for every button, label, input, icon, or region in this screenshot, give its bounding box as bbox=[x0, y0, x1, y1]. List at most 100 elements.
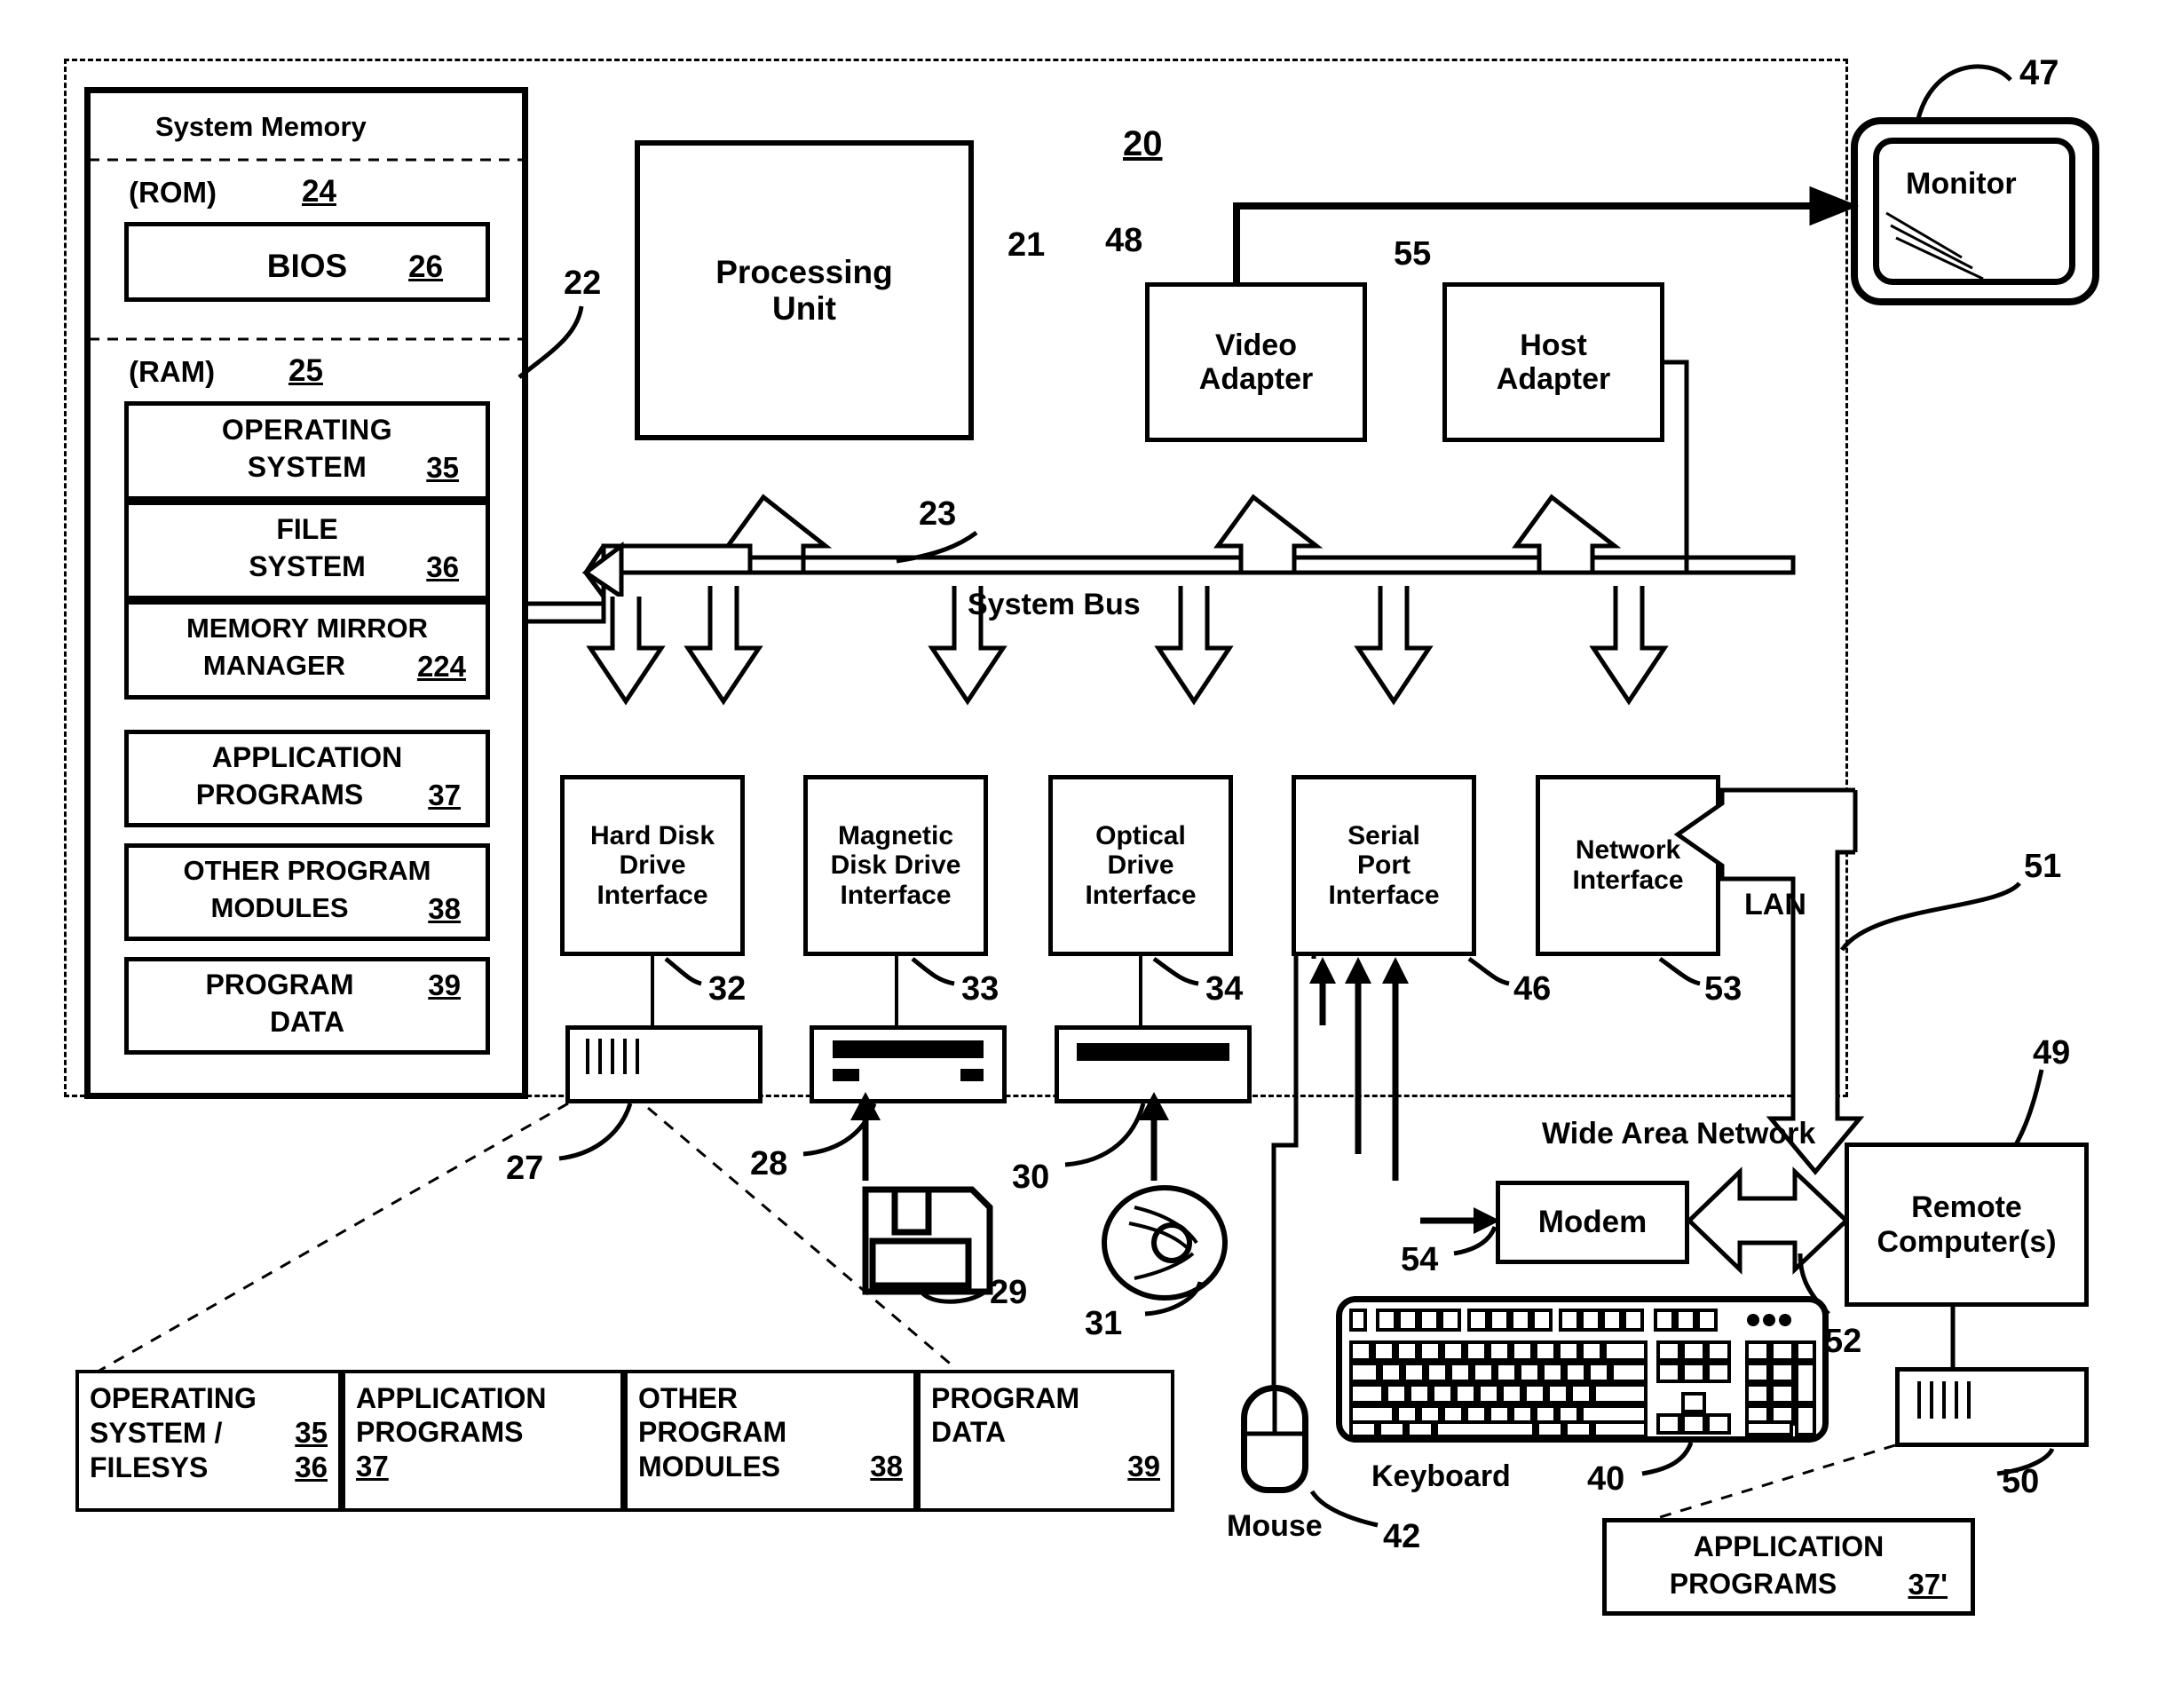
bios-block: BIOS 26 bbox=[124, 222, 490, 302]
magnetic-disk-interface-ref: 33 bbox=[961, 970, 1000, 1008]
odi-line2: Drive bbox=[1107, 850, 1174, 881]
bios-ref: 26 bbox=[408, 249, 443, 284]
modem-box: Modem bbox=[1496, 1181, 1689, 1264]
ram-module-other-program-modules: OTHER PROGRAM MODULES 38 bbox=[124, 843, 490, 941]
remote-computer-line1: Remote bbox=[1911, 1190, 2022, 1225]
optical-drive-interface-box: Optical Drive Interface bbox=[1048, 775, 1233, 956]
serial-port-interface-ref: 46 bbox=[1513, 970, 1552, 1008]
remote-storage-platter-lines bbox=[1917, 1381, 1972, 1419]
hdi-line2: Drive bbox=[619, 850, 686, 881]
odi-line3: Interface bbox=[1085, 880, 1197, 910]
processing-unit-ref: 21 bbox=[1008, 226, 1046, 264]
optical-disc-ref: 31 bbox=[1085, 1305, 1123, 1342]
modem-ref: 54 bbox=[1401, 1241, 1439, 1278]
hard-disk-ref: 27 bbox=[506, 1150, 544, 1187]
magnetic-disk-drive-icon bbox=[810, 1025, 1007, 1103]
storage-table-cell-app-programs: APPLICATION PROGRAMS 37 bbox=[342, 1370, 624, 1512]
opm-ref: 38 bbox=[428, 892, 461, 925]
ni-line2: Interface bbox=[1572, 866, 1684, 895]
optical-drive-icon bbox=[1055, 1025, 1252, 1103]
memory-bus-ref: 22 bbox=[564, 265, 602, 302]
st-fs-ref: 36 bbox=[295, 1450, 328, 1483]
host-adapter-line1: Host bbox=[1520, 328, 1587, 362]
st-pd-ref: 39 bbox=[1127, 1449, 1160, 1483]
ram-module-memory-mirror-manager: MEMORY MIRROR MANAGER 224 bbox=[124, 600, 490, 700]
mouse-label: Mouse bbox=[1227, 1509, 1323, 1543]
patent-figure: System Memory (ROM) 24 BIOS 26 (RAM) 25 … bbox=[0, 0, 2181, 1708]
magnetic-drive-slot bbox=[833, 1040, 984, 1058]
keyboard-ref: 40 bbox=[1587, 1460, 1625, 1498]
st-pd-line1: PROGRAM bbox=[931, 1382, 1080, 1414]
host-adapter-box: Host Adapter bbox=[1442, 282, 1664, 442]
hdi-line1: Hard Disk bbox=[589, 820, 715, 850]
hard-disk-interface-ref: 32 bbox=[708, 970, 747, 1008]
st-ap-line1: APPLICATION bbox=[356, 1382, 547, 1414]
hard-disk-drive-platter-lines bbox=[586, 1039, 641, 1074]
odi-line1: Optical bbox=[1095, 820, 1186, 850]
mmm-line1: MEMORY MIRROR bbox=[186, 613, 429, 644]
magnetic-drive-led-right bbox=[960, 1069, 984, 1081]
os-ref: 35 bbox=[426, 451, 459, 484]
ram-module-application-programs: APPLICATION PROGRAMS 37 bbox=[124, 730, 490, 827]
host-adapter-ref: 55 bbox=[1394, 235, 1432, 273]
st-pd-line2: DATA bbox=[931, 1415, 1007, 1448]
floppy-disk-ref: 29 bbox=[990, 1274, 1028, 1311]
monitor-screen bbox=[1873, 138, 2075, 285]
processing-unit-line2: Unit bbox=[772, 290, 836, 327]
storage-table-cell-os: OPERATING SYSTEM / 35 FILESYS 36 bbox=[75, 1370, 342, 1512]
pd-ref: 39 bbox=[428, 969, 461, 1001]
host-adapter-line2: Adapter bbox=[1496, 362, 1611, 396]
video-adapter-box: Video Adapter bbox=[1145, 282, 1367, 442]
st-ap-ref: 37 bbox=[356, 1449, 389, 1483]
ram-module-program-data: PROGRAM DATA 39 bbox=[124, 957, 490, 1055]
st-os-line3: FILESYS bbox=[90, 1451, 209, 1483]
st-ap-line2: PROGRAMS bbox=[356, 1415, 524, 1448]
mouse-icon bbox=[1241, 1385, 1308, 1493]
remote-app-line1: APPLICATION bbox=[1693, 1530, 1885, 1562]
storage-table-cell-other-modules: OTHER PROGRAM MODULES 38 bbox=[624, 1370, 917, 1512]
remote-computer-line2: Computer(s) bbox=[1877, 1224, 2057, 1259]
remote-computer-ref: 52 bbox=[1824, 1323, 1862, 1360]
system-bus-label: System Bus bbox=[968, 588, 1141, 621]
st-os-line2: SYSTEM / bbox=[90, 1416, 223, 1449]
processing-unit-line1: Processing bbox=[715, 253, 893, 290]
video-adapter-line1: Video bbox=[1215, 328, 1297, 362]
keyboard-icon bbox=[1336, 1296, 1829, 1443]
hdi-line3: Interface bbox=[597, 880, 708, 910]
rom-ref: 24 bbox=[302, 174, 336, 209]
processing-unit-box: Processing Unit bbox=[635, 140, 974, 440]
remote-computer-box: Remote Computer(s) bbox=[1845, 1143, 2089, 1307]
mouse-ref: 42 bbox=[1383, 1518, 1421, 1555]
remote-app-ref: 37' bbox=[1908, 1568, 1948, 1601]
serial-port-interface-box: Serial Port Interface bbox=[1292, 775, 1476, 956]
st-om-line1: OTHER bbox=[638, 1382, 738, 1414]
optical-drive-interface-ref: 34 bbox=[1205, 970, 1244, 1008]
keyboard-label: Keyboard bbox=[1371, 1459, 1511, 1493]
mmm-ref: 224 bbox=[416, 650, 466, 683]
lan-ref: 51 bbox=[2024, 848, 2062, 885]
st-os-ref: 35 bbox=[295, 1415, 328, 1449]
spi-line2: Port bbox=[1357, 850, 1411, 881]
ni-line1: Network bbox=[1575, 835, 1681, 866]
wan-label: Wide Area Network bbox=[1542, 1117, 1816, 1151]
magnetic-disk-drive-interface-box: Magnetic Disk Drive Interface bbox=[803, 775, 988, 956]
network-interface-ref: 53 bbox=[1704, 970, 1742, 1008]
magnetic-drive-led-left bbox=[833, 1069, 859, 1081]
figure-overall-ref: 20 bbox=[1123, 124, 1163, 163]
optical-drive-ref: 30 bbox=[1012, 1158, 1050, 1196]
system-memory-title: System Memory bbox=[155, 111, 367, 142]
pd-line2: DATA bbox=[269, 1006, 345, 1038]
spi-line1: Serial bbox=[1347, 820, 1420, 850]
rom-label: (ROM) bbox=[129, 176, 217, 209]
wan-ref: 49 bbox=[2033, 1034, 2071, 1071]
ram-label: (RAM) bbox=[129, 355, 216, 388]
ap-ref: 37 bbox=[428, 779, 461, 811]
fs-ref: 36 bbox=[426, 550, 459, 583]
ram-module-file-system: FILE SYSTEM 36 bbox=[124, 501, 490, 600]
ram-ref: 25 bbox=[288, 353, 323, 388]
mdi-line1: Magnetic bbox=[837, 820, 954, 850]
st-om-line2: PROGRAM bbox=[638, 1415, 787, 1448]
monitor-label: Monitor bbox=[1906, 167, 2017, 201]
spi-line3: Interface bbox=[1328, 880, 1440, 910]
optical-drive-tray-slot bbox=[1077, 1043, 1229, 1061]
